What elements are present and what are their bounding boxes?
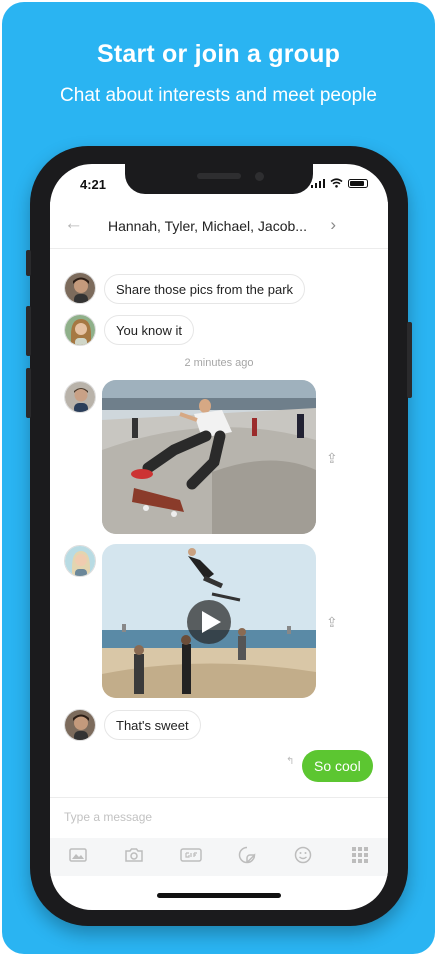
timestamp: 2 minutes ago: [184, 357, 254, 369]
promo-card: Start or join a group Chat about interes…: [2, 2, 435, 954]
skate-photo[interactable]: [102, 380, 316, 534]
gif-icon[interactable]: [177, 847, 205, 867]
front-camera: [255, 172, 264, 181]
promo-headline: Start or join a group: [96, 40, 341, 68]
chevron-right-icon[interactable]: ›: [330, 215, 336, 235]
status-time: 4:21: [80, 177, 107, 192]
attachment-toolbar: [50, 838, 388, 876]
share-icon[interactable]: ⇪: [326, 450, 338, 467]
message-composer[interactable]: Type a message: [50, 797, 388, 838]
notch: [125, 164, 313, 194]
chat-header: ← Hannah, Tyler, Michael, Jacob... ›: [50, 202, 388, 249]
sticker-icon[interactable]: [233, 846, 261, 869]
power-button: [407, 322, 412, 398]
share-icon[interactable]: ⇪: [326, 614, 338, 631]
mute-switch: [26, 250, 31, 276]
status-icons: [310, 178, 368, 188]
emoji-icon[interactable]: [289, 846, 317, 869]
signal-icon: [310, 178, 325, 188]
gallery-icon[interactable]: [64, 847, 92, 867]
reply-icon[interactable]: ↰: [286, 756, 294, 767]
message-bubble[interactable]: You know it: [104, 315, 195, 345]
avatar[interactable]: [64, 381, 96, 413]
volume-down-button: [26, 368, 31, 418]
promo-subline: Chat about interests and meet people: [60, 85, 377, 106]
phone-frame: 4:21 ← Hannah, Tyler, Michael, Jacob... …: [26, 146, 412, 926]
skate-video[interactable]: [102, 544, 316, 698]
avatar[interactable]: [64, 709, 96, 741]
chat-title[interactable]: Hannah, Tyler, Michael, Jacob...: [108, 218, 307, 234]
phone-screen: 4:21 ← Hannah, Tyler, Michael, Jacob... …: [50, 164, 388, 910]
message-bubble[interactable]: That's sweet: [104, 710, 201, 740]
message-input[interactable]: Type a message: [64, 810, 152, 824]
battery-icon: [348, 178, 368, 188]
camera-icon[interactable]: [120, 847, 148, 867]
outgoing-message-bubble[interactable]: So cool: [302, 750, 373, 782]
back-arrow-icon[interactable]: ←: [64, 213, 83, 235]
avatar[interactable]: [64, 314, 96, 346]
message-bubble[interactable]: Share those pics from the park: [104, 274, 306, 304]
wifi-icon: [330, 178, 343, 188]
apps-grid-icon[interactable]: [346, 846, 374, 868]
avatar[interactable]: [64, 272, 96, 304]
home-indicator[interactable]: [157, 893, 281, 898]
avatar[interactable]: [64, 545, 96, 577]
speaker: [197, 173, 241, 179]
volume-up-button: [26, 306, 31, 356]
